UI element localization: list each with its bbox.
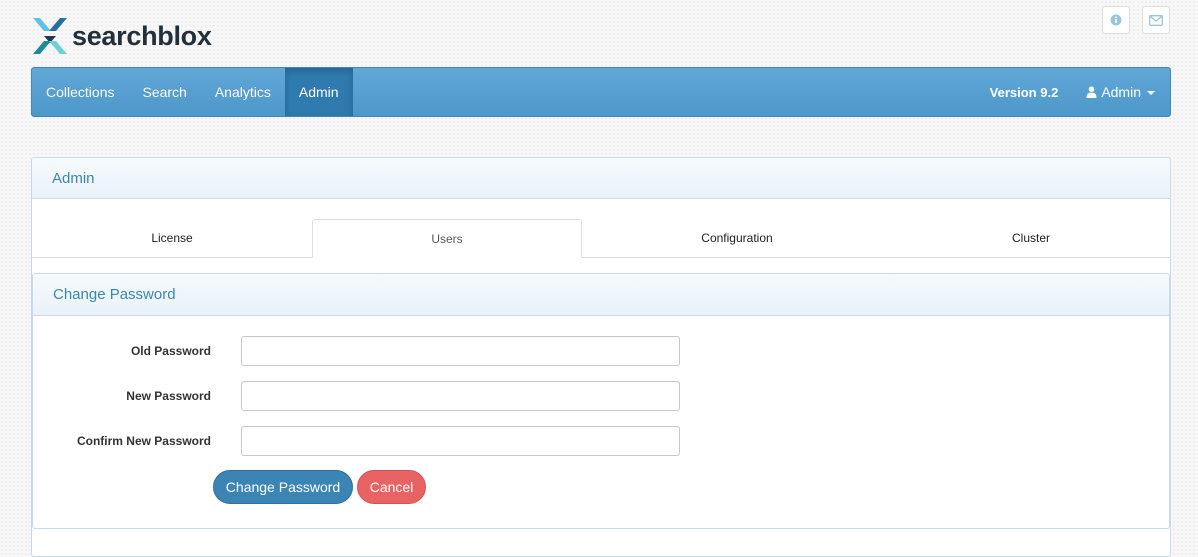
confirm-password-row: Confirm New Password — [33, 426, 680, 456]
nav-admin[interactable]: Admin — [284, 68, 353, 116]
tab-cluster[interactable]: Cluster — [892, 219, 1170, 257]
change-password-panel: Change Password Old Password New Passwor… — [32, 273, 1170, 529]
old-password-input[interactable] — [241, 336, 680, 366]
logo-text: searchblox — [72, 20, 212, 51]
cancel-button[interactable]: Cancel — [357, 470, 426, 504]
confirm-password-input[interactable] — [241, 426, 680, 456]
version-label: Version 9.2 — [989, 84, 1059, 100]
user-menu-label: Admin — [1101, 84, 1141, 100]
info-icon — [1110, 14, 1122, 26]
admin-panel: Admin License Users Configuration Cluste… — [31, 157, 1171, 557]
user-icon — [1086, 86, 1097, 98]
tab-license[interactable]: License — [32, 219, 312, 257]
change-password-title: Change Password — [33, 274, 1169, 316]
main-navbar: Collections Search Analytics Admin Versi… — [31, 67, 1171, 117]
new-password-label: New Password — [126, 389, 211, 403]
new-password-input[interactable] — [241, 381, 680, 411]
searchblox-logo[interactable]: searchblox — [31, 16, 212, 56]
new-password-row: New Password — [33, 381, 680, 411]
admin-panel-title: Admin — [32, 158, 1170, 199]
top-icon-group — [1102, 6, 1170, 34]
nav-analytics[interactable]: Analytics — [201, 68, 285, 116]
chevron-down-icon — [1147, 90, 1155, 95]
searchblox-logo-icon — [33, 18, 67, 54]
old-password-row: Old Password — [33, 336, 680, 366]
confirm-password-label: Confirm New Password — [76, 434, 211, 448]
nav-search[interactable]: Search — [128, 68, 200, 116]
change-password-button[interactable]: Change Password — [213, 470, 353, 504]
nav-right-group: Version 9.2 Admin — [976, 68, 1170, 116]
admin-tabs: License Users Configuration Cluster — [32, 219, 1170, 258]
tab-users[interactable]: Users — [312, 219, 582, 258]
user-menu[interactable]: Admin — [1072, 68, 1170, 116]
tab-configuration[interactable]: Configuration — [582, 219, 892, 257]
nav-collections[interactable]: Collections — [32, 68, 128, 116]
old-password-label: Old Password — [130, 344, 211, 358]
envelope-icon — [1149, 14, 1163, 26]
info-button[interactable] — [1102, 6, 1130, 34]
mail-button[interactable] — [1142, 6, 1170, 34]
